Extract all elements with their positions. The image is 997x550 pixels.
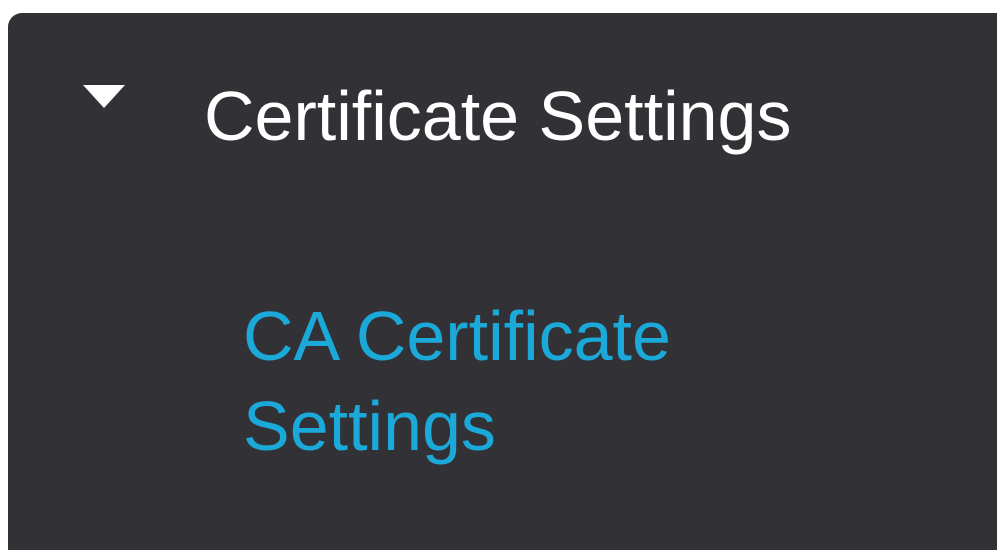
sidebar-panel: Certificate Settings CA Certificate Sett… [8,13,997,550]
caret-down-icon [83,85,125,108]
section-header-certificate-settings[interactable]: Certificate Settings [8,13,997,193]
sidebar-item-ca-certificate-settings[interactable]: CA Certificate Settings [243,291,803,471]
section-title: Certificate Settings [204,77,792,155]
